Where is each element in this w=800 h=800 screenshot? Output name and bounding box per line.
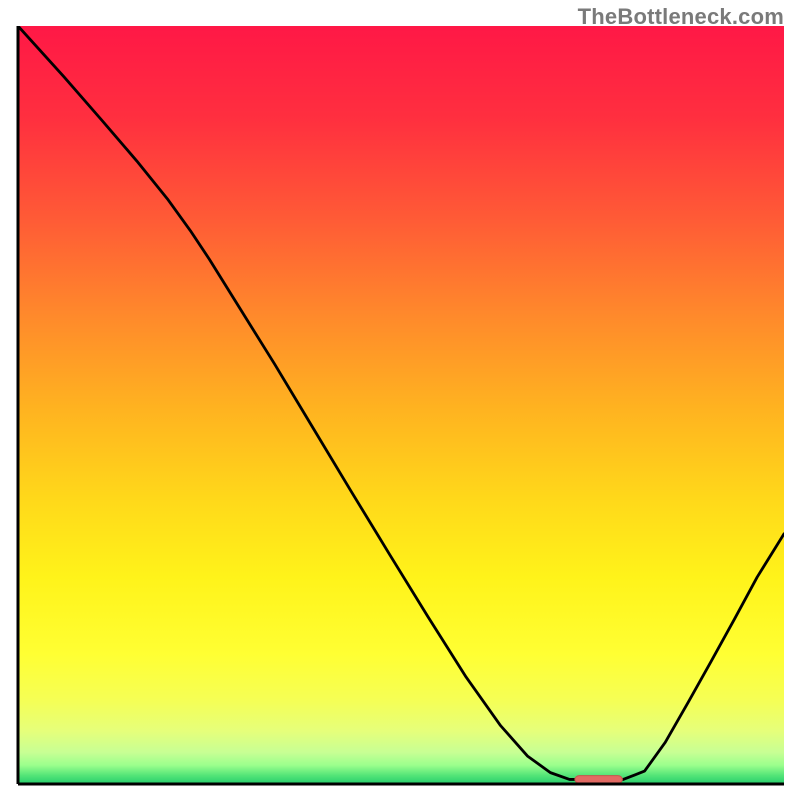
plot-area (18, 26, 784, 784)
chart-container: TheBottleneck.com (0, 0, 800, 800)
background-gradient (18, 26, 784, 784)
watermark-text: TheBottleneck.com (578, 4, 784, 30)
